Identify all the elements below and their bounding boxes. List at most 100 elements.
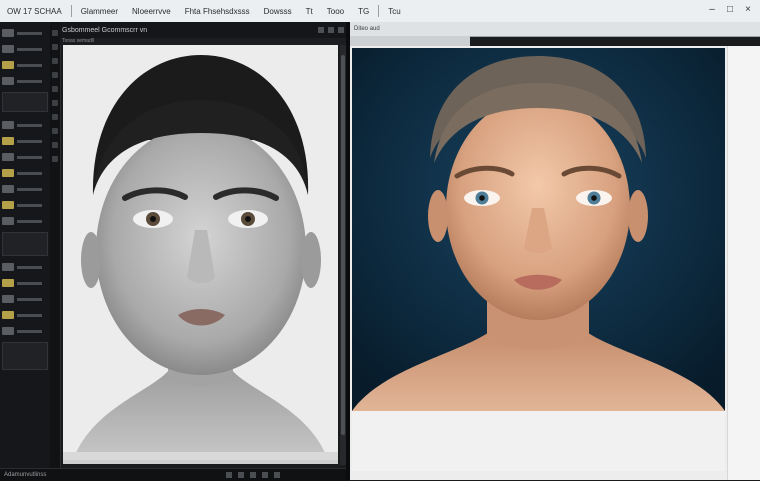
sidebar-row[interactable] <box>0 260 48 274</box>
layer-icon <box>2 121 14 129</box>
menu-separator <box>70 5 72 17</box>
panel-option-icon[interactable] <box>318 27 324 33</box>
layer-label-placeholder <box>17 265 42 269</box>
sidebar-row[interactable] <box>0 308 48 322</box>
layer-icon <box>2 77 14 85</box>
layer-icon <box>2 169 14 177</box>
tool-icon[interactable] <box>52 44 58 50</box>
sidebar-row[interactable] <box>0 42 48 56</box>
menu-separator <box>378 5 380 17</box>
left-canvas-portrait[interactable] <box>63 45 338 460</box>
grayscale-portrait-image <box>63 45 338 460</box>
panel-controls <box>318 27 348 33</box>
layer-icon <box>2 327 14 335</box>
sidebar-row[interactable] <box>0 58 48 72</box>
layer-icon <box>2 61 14 69</box>
tool-icon[interactable] <box>52 72 58 78</box>
layer-label-placeholder <box>17 313 42 317</box>
status-icon[interactable] <box>274 472 281 478</box>
menu-item-1[interactable]: Glammeer <box>74 7 125 16</box>
panel-option-icon[interactable] <box>328 27 334 33</box>
layer-icon <box>2 153 14 161</box>
status-icon[interactable] <box>238 472 245 478</box>
right-panel-tab[interactable] <box>350 36 470 46</box>
tool-icon[interactable] <box>52 128 58 134</box>
sidebar-row[interactable] <box>0 324 48 338</box>
layer-label-placeholder <box>17 203 42 207</box>
status-icon[interactable] <box>250 472 257 478</box>
layer-icon <box>2 201 14 209</box>
menu-item-2[interactable]: Nloeerrvve <box>125 7 178 16</box>
layer-label-placeholder <box>17 123 42 127</box>
scrollbar-thumb[interactable] <box>341 55 345 435</box>
status-icon[interactable] <box>262 472 269 478</box>
layer-icon <box>2 263 14 271</box>
tool-icon[interactable] <box>52 30 58 36</box>
layer-label-placeholder <box>17 219 42 223</box>
menu-item-7[interactable]: TG <box>351 7 376 16</box>
layer-icon <box>2 185 14 193</box>
layers-sidebar <box>0 22 51 472</box>
menu-item-4[interactable]: Dowsss <box>257 7 299 16</box>
layer-label-placeholder <box>17 171 42 175</box>
sidebar-row[interactable] <box>0 182 48 196</box>
menu-item-0[interactable]: OW 17 SCHAA <box>0 7 69 16</box>
right-panel-title: Diteo aud <box>354 26 380 32</box>
layer-label-placeholder <box>17 31 42 35</box>
tool-icon[interactable] <box>52 114 58 120</box>
sidebar-row[interactable] <box>0 150 48 164</box>
layer-icon <box>2 279 14 287</box>
layer-label-placeholder <box>17 187 42 191</box>
status-bar: Adamunvutlinss <box>0 468 350 481</box>
layer-icon <box>2 295 14 303</box>
close-icon[interactable]: × <box>742 4 754 16</box>
minimize-icon[interactable]: – <box>706 4 718 16</box>
right-canvas-portrait[interactable] <box>352 48 725 411</box>
panel-option-icon[interactable] <box>338 27 344 33</box>
menu-item-3[interactable]: Fhta Fhsehsdxsss <box>178 7 257 16</box>
maximize-icon[interactable]: □ <box>724 4 736 16</box>
sidebar-panel <box>2 342 48 370</box>
left-canvas-footer <box>63 460 338 464</box>
layer-label-placeholder <box>17 139 42 143</box>
tool-icon[interactable] <box>52 86 58 92</box>
layer-icon <box>2 137 14 145</box>
tool-icon[interactable] <box>52 100 58 106</box>
window-controls: – □ × <box>706 4 754 16</box>
sidebar-panel <box>2 92 48 112</box>
right-side-rail <box>727 46 760 480</box>
sidebar-row[interactable] <box>0 276 48 290</box>
tool-icon[interactable] <box>52 58 58 64</box>
sidebar-row[interactable] <box>0 74 48 88</box>
right-canvas-lower-area <box>352 411 725 471</box>
sidebar-panel <box>2 232 48 256</box>
sidebar-row[interactable] <box>0 198 48 212</box>
sidebar-row[interactable] <box>0 166 48 180</box>
sidebar-row[interactable] <box>0 134 48 148</box>
sidebar-row[interactable] <box>0 26 48 40</box>
left-panel-title: Gsbommeel Gcommscrr vn <box>62 26 148 34</box>
status-text: Adamunvutlinss <box>4 472 47 478</box>
layer-icon <box>2 45 14 53</box>
status-icon[interactable] <box>226 472 233 478</box>
left-panel-subtitle: Tooas semadll <box>60 38 348 45</box>
menu-item-5[interactable]: Tt <box>299 7 320 16</box>
menu-item-8[interactable]: Tcu <box>381 7 407 16</box>
sidebar-row[interactable] <box>0 292 48 306</box>
menu-bar: OW 17 SCHAA Glammeer Nloeerrvve Fhta Fhs… <box>0 0 760 23</box>
sidebar-row[interactable] <box>0 118 48 132</box>
tool-icon[interactable] <box>52 156 58 162</box>
layer-label-placeholder <box>17 329 42 333</box>
tool-icon[interactable] <box>52 142 58 148</box>
right-panel-header: Diteo aud <box>350 22 760 37</box>
layer-label-placeholder <box>17 297 42 301</box>
color-portrait-image <box>352 48 725 411</box>
tool-strip <box>50 22 61 472</box>
left-panel-header: Gsbommeel Gcommscrr vn <box>60 22 348 38</box>
menu-item-6[interactable]: Tooo <box>320 7 351 16</box>
layer-icon <box>2 311 14 319</box>
layer-label-placeholder <box>17 63 42 67</box>
sidebar-row[interactable] <box>0 214 48 228</box>
layer-label-placeholder <box>17 47 42 51</box>
layer-icon <box>2 29 14 37</box>
